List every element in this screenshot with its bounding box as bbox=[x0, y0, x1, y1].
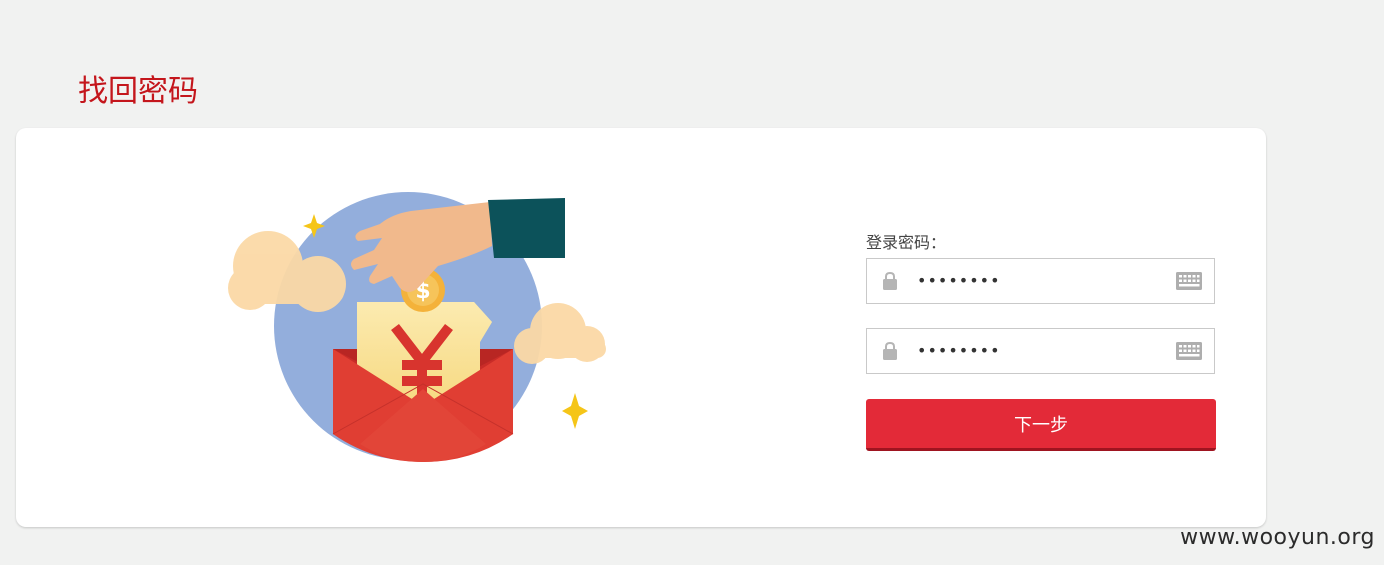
confirm-password-field[interactable]: •••••••• bbox=[866, 328, 1215, 374]
page-title: 找回密码 bbox=[78, 74, 198, 109]
password-field[interactable]: •••••••• bbox=[866, 258, 1215, 304]
confirm-password-value: •••••••• bbox=[917, 341, 1001, 360]
password-value: •••••••• bbox=[917, 271, 1001, 290]
lock-icon bbox=[883, 271, 897, 290]
recovery-card: $ 登录密码： •••••••• •••••••• 下一步 bbox=[16, 128, 1266, 527]
password-label: 登录密码： bbox=[866, 233, 947, 252]
next-step-button[interactable]: 下一步 bbox=[866, 399, 1216, 451]
lock-icon bbox=[883, 341, 897, 360]
password-form: 登录密码： •••••••• •••••••• 下一步 bbox=[866, 232, 1216, 451]
keyboard-icon[interactable] bbox=[1176, 272, 1202, 290]
sparkle-right-icon bbox=[562, 393, 588, 429]
red-envelope-illustration: $ bbox=[228, 192, 606, 462]
watermark: www.wooyun.org bbox=[1180, 525, 1375, 550]
keyboard-icon[interactable] bbox=[1176, 342, 1202, 360]
